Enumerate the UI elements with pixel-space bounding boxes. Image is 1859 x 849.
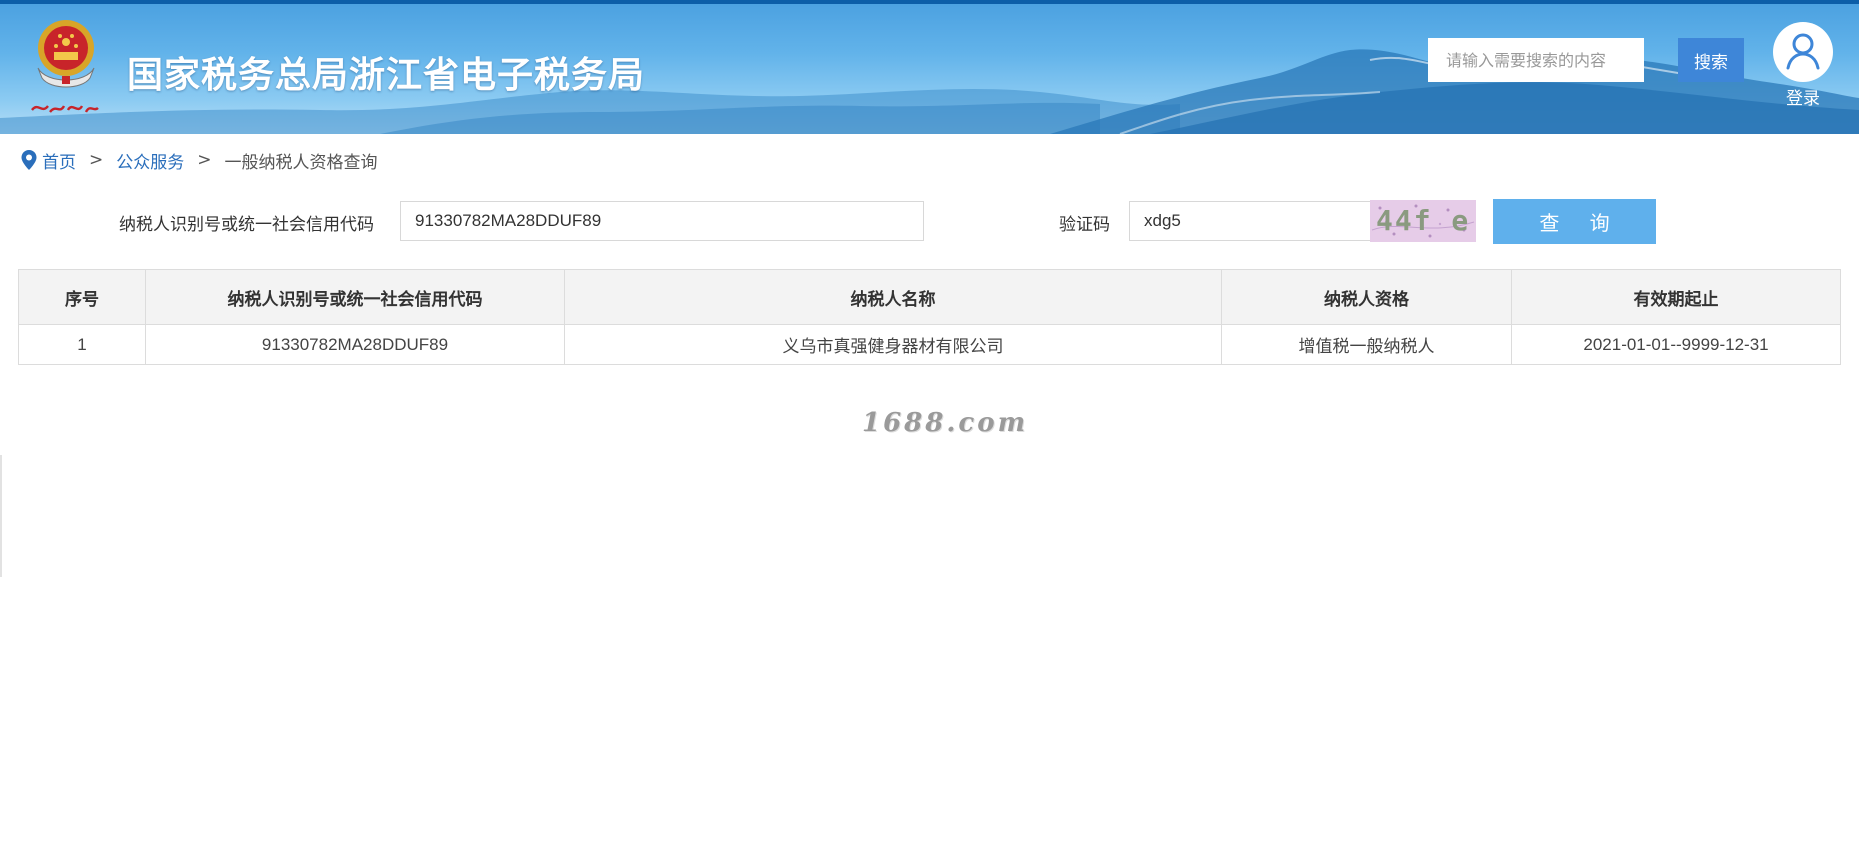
left-edge-divider: [0, 455, 2, 577]
site-search-input[interactable]: [1428, 38, 1644, 82]
captcha-label: 验证码: [1059, 215, 1110, 235]
column-header-taxpayer-id: 纳税人识别号或统一社会信用代码: [145, 269, 565, 325]
captcha-input[interactable]: [1129, 201, 1372, 241]
breadcrumb-current-page: 一般纳税人资格查询: [224, 152, 378, 173]
breadcrumb-separator: >: [89, 150, 104, 170]
taxpayer-id-input[interactable]: [400, 201, 924, 241]
watermark: 1688.com: [862, 408, 1029, 438]
breadcrumb-public-services-link[interactable]: 公众服务: [116, 148, 184, 173]
column-header-qualification: 纳税人资格: [1221, 269, 1512, 325]
user-avatar-button[interactable]: [1773, 22, 1833, 82]
site-title: 国家税务总局浙江省电子税务局: [127, 55, 646, 96]
breadcrumb-separator: >: [197, 150, 212, 170]
table-row: 1 91330782MA28DDUF89 义乌市真强健身器材有限公司 增值税一般…: [18, 324, 1841, 365]
header-banner: 国家税务总局浙江省电子税务局 搜索 登录: [0, 0, 1859, 134]
column-header-index: 序号: [18, 269, 146, 325]
location-pin-icon: [21, 150, 37, 170]
cell-qualification: 增值税一般纳税人: [1221, 324, 1512, 365]
breadcrumb: 首页 > 公众服务 > 一般纳税人资格查询: [20, 148, 378, 173]
results-table: 序号 纳税人识别号或统一社会信用代码 纳税人名称 纳税人资格 有效期起止 1 9…: [18, 269, 1841, 365]
breadcrumb-home-link[interactable]: 首页: [42, 148, 76, 173]
query-button[interactable]: 查 询: [1493, 199, 1656, 244]
table-header-row: 序号 纳税人识别号或统一社会信用代码 纳税人名称 纳税人资格 有效期起止: [18, 269, 1841, 325]
column-header-taxpayer-name: 纳税人名称: [564, 269, 1222, 325]
taxpayer-id-label: 纳税人识别号或统一社会信用代码: [119, 215, 374, 235]
emblem-caption-calligraphy: [31, 105, 99, 113]
login-link[interactable]: 登录: [1773, 84, 1833, 109]
cell-index: 1: [18, 324, 146, 365]
cell-taxpayer-name: 义乌市真强健身器材有限公司: [564, 324, 1222, 365]
search-button[interactable]: 搜索: [1678, 38, 1744, 82]
column-header-validity-period: 有效期起止: [1511, 269, 1841, 325]
captcha-image[interactable]: 44f e: [1370, 200, 1476, 242]
cell-taxpayer-id: 91330782MA28DDUF89: [145, 324, 565, 365]
captcha-code: 44f e: [1376, 204, 1471, 237]
user-icon: [1786, 33, 1820, 70]
cell-validity-period: 2021-01-01--9999-12-31: [1511, 324, 1841, 365]
